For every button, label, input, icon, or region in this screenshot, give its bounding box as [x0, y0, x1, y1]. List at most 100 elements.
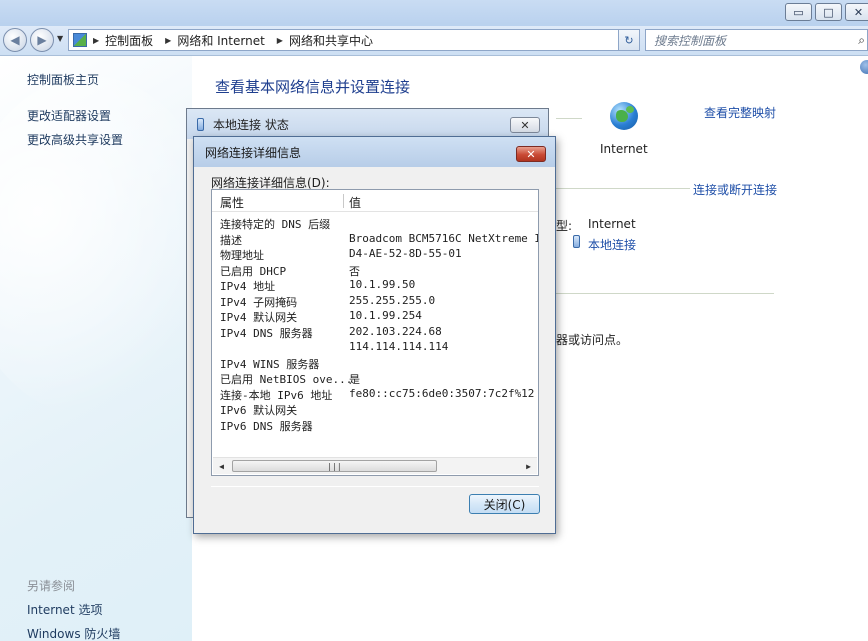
local-connection-link[interactable]: 本地连接: [588, 236, 636, 253]
help-icon[interactable]: [860, 60, 868, 74]
property-cell: 已启用 NetBIOS ove...: [220, 373, 353, 386]
see-also-heading: 另请参阅: [27, 579, 76, 593]
refresh-button[interactable]: ↻: [618, 29, 640, 51]
arrow-right-icon: ▶: [37, 33, 47, 47]
table-row[interactable]: IPv4 地址 10.1.99.50: [212, 278, 538, 294]
breadcrumb-separator-icon[interactable]: ▶: [93, 36, 99, 45]
table-row[interactable]: 114.114.114.114: [212, 340, 538, 356]
value-cell: 10.1.99.50: [349, 278, 416, 291]
breadcrumb-item[interactable]: 网络和 Internet: [177, 32, 264, 49]
section-divider: [556, 188, 690, 189]
search-placeholder: 搜索控制面板: [654, 33, 727, 48]
address-input[interactable]: ▶ 控制面板 ▶ 网络和 Internet ▶ 网络和共享中心 ▼: [68, 29, 640, 51]
property-cell: IPv6 默认网关: [220, 404, 298, 417]
property-cell: 描述: [220, 233, 242, 247]
status-dialog-title: 本地连接 状态: [213, 117, 289, 132]
table-row[interactable]: IPv4 DNS 服务器 202.103.224.68: [212, 325, 538, 341]
horizontal-scrollbar[interactable]: ◀ ||| ▶: [213, 457, 537, 474]
status-dialog-close-button[interactable]: ✕: [510, 117, 540, 133]
breadcrumb-separator-icon[interactable]: ▶: [277, 36, 283, 45]
internet-globe-icon: [610, 102, 638, 130]
table-row[interactable]: IPv4 WINS 服务器: [212, 356, 538, 372]
maximize-button[interactable]: □: [815, 3, 842, 21]
section-divider: [556, 293, 774, 294]
table-row[interactable]: 已启用 DHCP 否: [212, 263, 538, 279]
property-cell: IPv4 WINS 服务器: [220, 357, 320, 371]
property-cell: 连接特定的 DNS 后缀: [220, 218, 331, 231]
see-also-windows-firewall[interactable]: Windows 防火墙: [27, 625, 120, 641]
window-titlebar: ▭ □ ✕: [0, 0, 868, 26]
address-toolbar: ◀ ▶ ▼ ▶ 控制面板 ▶ 网络和 Internet ▶ 网络和共享中心 ▼ …: [0, 26, 868, 56]
table-row[interactable]: IPv6 默认网关: [212, 402, 538, 418]
table-row[interactable]: 描述 Broadcom BCM5716C NetXtreme II Gi: [212, 232, 538, 248]
property-cell: IPv4 子网掩码: [220, 295, 298, 309]
details-list[interactable]: 属性 值 连接特定的 DNS 后缀 描述 Broadcom BCM5716C Net…: [211, 189, 539, 476]
search-input[interactable]: 搜索控制面板 ⌕: [645, 29, 868, 51]
property-cell: IPv4 DNS 服务器: [220, 326, 313, 340]
column-divider[interactable]: [343, 194, 344, 208]
breadcrumb-separator-icon[interactable]: ▶: [165, 36, 171, 45]
recent-pages-dropdown[interactable]: ▼: [57, 34, 63, 43]
table-row[interactable]: 连接特定的 DNS 后缀: [212, 216, 538, 232]
back-button[interactable]: ◀: [3, 28, 27, 52]
page-title: 查看基本网络信息并设置连接: [215, 78, 411, 96]
table-row[interactable]: 连接-本地 IPv6 地址 fe80::cc75:6de0:3507:7c2f%1…: [212, 387, 538, 403]
value-cell: 是: [349, 373, 360, 386]
sidebar-item-advanced-sharing[interactable]: 更改高级共享设置: [27, 131, 123, 148]
access-type-label: 型:: [556, 219, 573, 233]
network-adapter-icon: [197, 117, 204, 131]
see-also-internet-options[interactable]: Internet 选项: [27, 601, 102, 618]
access-type-value: Internet: [588, 217, 636, 231]
refresh-icon: ↻: [624, 33, 634, 47]
details-dialog-close-x-button[interactable]: ✕: [516, 146, 546, 162]
value-cell: 否: [349, 264, 360, 278]
minimize-button[interactable]: ▭: [785, 3, 812, 21]
grip-icon: |||: [327, 461, 342, 471]
property-cell: IPv4 默认网关: [220, 311, 298, 324]
property-cell: 已启用 DHCP: [220, 264, 287, 278]
close-icon: ✕: [520, 118, 530, 132]
close-icon: ✕: [853, 5, 864, 19]
scroll-thumb[interactable]: |||: [232, 460, 437, 472]
background-swoosh: [0, 76, 192, 416]
close-button[interactable]: 关闭(C): [469, 494, 540, 514]
value-cell: 114.114.114.114: [349, 340, 449, 353]
forward-button[interactable]: ▶: [30, 28, 54, 52]
details-list-header: 属性 值: [212, 190, 538, 212]
breadcrumb-item[interactable]: 控制面板: [105, 32, 153, 49]
value-cell: D4-AE-52-8D-55-01: [349, 247, 462, 260]
table-row[interactable]: IPv4 子网掩码 255.255.255.0: [212, 294, 538, 310]
status-dialog-titlebar: 本地连接 状态: [187, 109, 548, 139]
value-cell: 10.1.99.254: [349, 309, 422, 322]
network-adapter-icon: [573, 235, 580, 248]
value-cell: Broadcom BCM5716C NetXtreme II Gi: [349, 231, 538, 245]
connect-disconnect-link[interactable]: 连接或断开连接: [693, 181, 777, 198]
column-header-property[interactable]: 属性: [220, 194, 244, 211]
table-row[interactable]: 已启用 NetBIOS ove... 是: [212, 371, 538, 387]
table-row[interactable]: IPv4 默认网关 10.1.99.254: [212, 309, 538, 325]
table-row[interactable]: 物理地址 D4-AE-52-8D-55-01: [212, 247, 538, 263]
network-map-connector: [556, 118, 582, 119]
minimize-icon: ▭: [793, 5, 804, 19]
maximize-icon: □: [823, 5, 834, 19]
scroll-left-icon[interactable]: ◀: [213, 458, 230, 474]
value-cell: 202.103.224.68: [349, 324, 442, 338]
search-icon[interactable]: ⌕: [858, 33, 865, 48]
property-cell: IPv4 地址: [220, 280, 276, 293]
close-icon: ✕: [526, 147, 536, 161]
table-row[interactable]: IPv6 DNS 服务器: [212, 418, 538, 434]
sidebar-item-control-panel-home[interactable]: 控制面板主页: [27, 71, 99, 88]
internet-label: Internet: [600, 142, 648, 156]
breadcrumb-item[interactable]: 网络和共享中心: [289, 32, 373, 49]
setup-connection-text: 器或访问点。: [556, 333, 629, 347]
value-cell: fe80::cc75:6de0:3507:7c2f%12: [349, 386, 535, 400]
window-close-button[interactable]: ✕: [845, 3, 868, 21]
property-cell: 物理地址: [220, 249, 264, 262]
connection-details-dialog: 网络连接详细信息 ✕ 网络连接详细信息(D): 属性 值 连接特定的 DNS 后…: [193, 136, 556, 534]
scroll-right-icon[interactable]: ▶: [520, 458, 537, 474]
value-cell: 255.255.255.0: [349, 293, 436, 307]
view-full-map-link[interactable]: 查看完整映射: [704, 104, 776, 121]
sidebar-item-adapter-settings[interactable]: 更改适配器设置: [27, 107, 111, 124]
column-header-value[interactable]: 值: [349, 194, 361, 211]
button-separator: [211, 486, 539, 487]
